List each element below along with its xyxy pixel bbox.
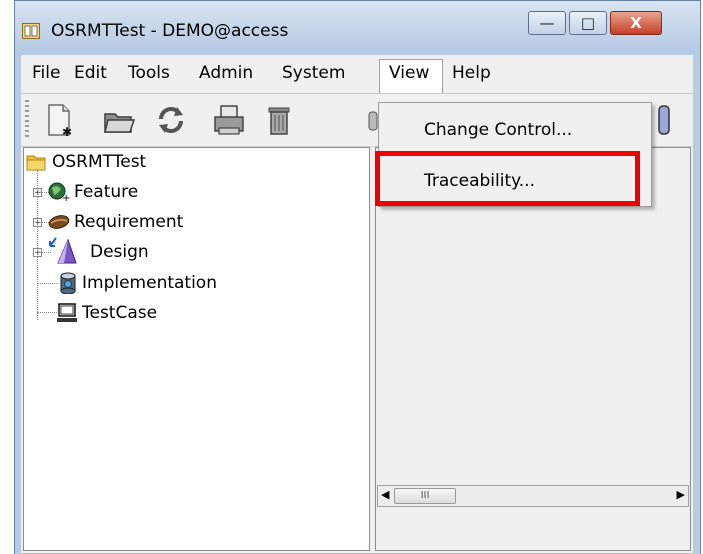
minimize-button[interactable]: — (528, 11, 566, 35)
tree-item-label: Design (90, 242, 149, 262)
svg-text:✱: ✱ (62, 125, 72, 138)
open-folder-icon[interactable] (101, 102, 137, 138)
menu-tools[interactable]: Tools (128, 63, 170, 83)
expand-icon[interactable]: + (33, 218, 42, 228)
menu-file[interactable]: File (32, 63, 60, 83)
window-title: OSRMTTest - DEMO@access (51, 21, 289, 41)
tree-item-feature[interactable]: + + Feature (24, 180, 244, 204)
title-bar[interactable]: OSRMTTest - DEMO@access — □ X (15, 1, 700, 53)
menu-view[interactable]: View (379, 59, 443, 93)
maximize-icon: □ (580, 14, 596, 32)
tree-root-label: OSRMTTest (52, 152, 147, 172)
menu-bar: File Edit Tools Admin System View Help (21, 55, 693, 94)
delete-icon[interactable] (261, 102, 297, 138)
implementation-cylinder-icon (60, 272, 76, 294)
expand-icon[interactable]: + (33, 248, 42, 258)
toolbar-grip[interactable] (25, 100, 29, 138)
menu-help[interactable]: Help (452, 63, 491, 83)
tree-item-testcase[interactable]: TestCase (24, 301, 244, 325)
menu-item-change-control[interactable]: Change Control... (379, 112, 651, 148)
tree-item-implementation[interactable]: Implementation (24, 271, 284, 295)
new-document-icon[interactable]: ✱ (41, 102, 77, 138)
scroll-left-icon[interactable]: ◀ (381, 488, 389, 501)
app-window: OSRMTTest - DEMO@access — □ X File Edit … (14, 0, 701, 554)
svg-text:+: + (62, 193, 70, 202)
design-triangle-icon (49, 237, 77, 264)
highlight-annotation (375, 151, 640, 206)
menu-item-label: Change Control... (424, 120, 573, 140)
tree-item-label: TestCase (82, 303, 158, 323)
tree-item-label: Implementation (82, 273, 217, 293)
maximize-button[interactable]: □ (569, 11, 607, 35)
scroll-right-icon[interactable]: ▶ (677, 488, 685, 501)
app-icon (22, 23, 40, 39)
close-button[interactable]: X (610, 11, 662, 35)
requirement-bean-icon (48, 215, 70, 229)
project-tree[interactable]: OSRMTTest + + Feature + Requirement + De… (23, 147, 370, 551)
tree-root[interactable]: OSRMTTest (26, 150, 226, 174)
scroll-thumb-grip: III (420, 490, 430, 501)
menu-view-label: View (389, 63, 430, 83)
expand-icon[interactable]: + (33, 188, 42, 198)
testcase-computer-icon (57, 303, 77, 322)
refresh-icon[interactable] (153, 102, 189, 138)
menu-edit[interactable]: Edit (74, 63, 107, 83)
tree-item-requirement[interactable]: + Requirement (24, 210, 264, 234)
partial-toolbar-icon-right[interactable] (657, 102, 673, 138)
horizontal-scrollbar[interactable]: ◀ III ▶ (377, 485, 689, 507)
tree-item-label: Feature (74, 182, 139, 202)
tree-item-design[interactable]: + Design (24, 237, 244, 264)
close-icon: X (630, 14, 642, 32)
menu-admin[interactable]: Admin (199, 63, 253, 83)
tree-item-label: Requirement (74, 212, 184, 232)
minimize-icon: — (539, 14, 555, 32)
menu-system[interactable]: System (282, 63, 345, 83)
print-icon[interactable] (211, 102, 247, 138)
feature-globe-icon: + (48, 182, 70, 202)
scroll-thumb[interactable]: III (394, 488, 456, 504)
folder-icon (26, 155, 46, 171)
